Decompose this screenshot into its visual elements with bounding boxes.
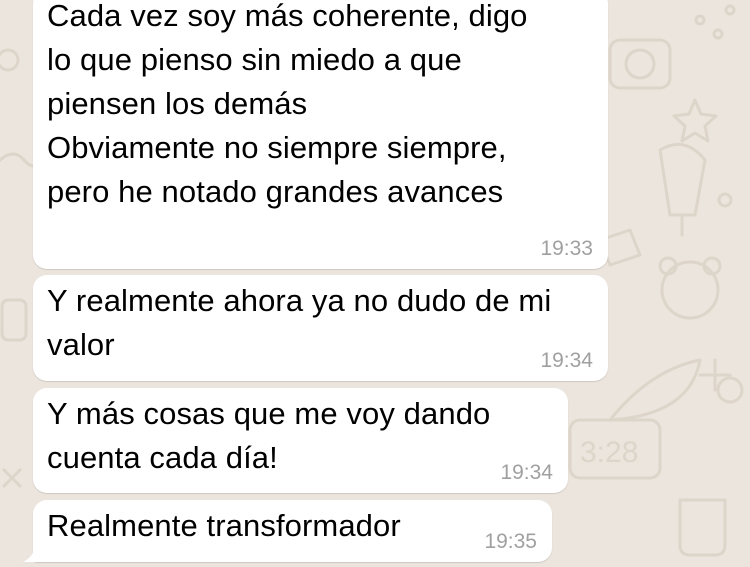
message-timestamp: 19:33: [540, 237, 593, 260]
message-timestamp: 19:34: [540, 349, 593, 372]
message-text: Cada vez soy más coherente, digo lo que …: [47, 0, 528, 209]
message-bubble[interactable]: Cada vez soy más coherente, digo lo que …: [33, 0, 608, 269]
message-timestamp: 19:35: [484, 530, 537, 553]
message-text: Realmente transformador: [47, 508, 401, 543]
message-bubble[interactable]: Y más cosas que me voy dando cuenta cada…: [33, 388, 568, 493]
chat-thread[interactable]: Cada vez soy más coherente, digo lo que …: [0, 0, 750, 567]
message-text: Y realmente ahora ya no dudo de mi valor: [47, 283, 552, 362]
message-bubble[interactable]: Realmente transformador 19:35: [23, 500, 552, 562]
message-text: Y más cosas que me voy dando cuenta cada…: [47, 396, 491, 475]
bubble-tail-icon: [23, 544, 45, 562]
message-timestamp: 19:34: [500, 461, 553, 484]
message-bubble[interactable]: Y realmente ahora ya no dudo de mi valor…: [33, 275, 608, 381]
